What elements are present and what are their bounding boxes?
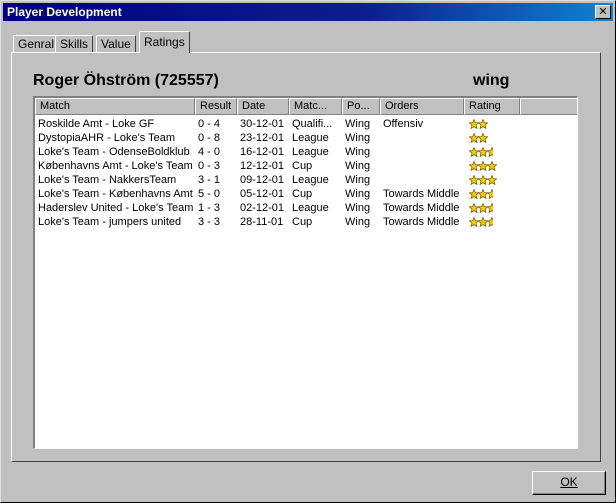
cell-orders: Towards Middle <box>383 188 460 200</box>
table-row[interactable]: DystopiaAHR - Loke's Team 0 - 8 23-12-01 Le… <box>35 131 575 145</box>
star-icon <box>478 119 488 129</box>
table-row[interactable]: Haderslev United - Loke's Team 1 - 3 02-12… <box>35 201 575 215</box>
player-development-window: Player Development ✕ Genral Skills Value… <box>0 0 616 503</box>
cell-date: 16-12-01 <box>240 146 285 158</box>
column-header-orders[interactable]: Orders <box>380 98 464 115</box>
cell-rating <box>466 117 526 131</box>
tab-skills[interactable]: Skills <box>55 35 94 52</box>
cell-pos: Wing <box>345 188 371 200</box>
cell-orders: Towards Middle <box>383 202 460 214</box>
cell-pos: Wing <box>345 160 371 172</box>
half-star-icon <box>487 203 493 213</box>
cell-match: Loke's Team - NakkersTeam <box>38 174 177 186</box>
half-star-icon <box>487 189 493 199</box>
cell-pos: Wing <box>345 174 371 186</box>
column-header-match[interactable]: Match <box>35 98 195 115</box>
cell-rating <box>466 145 526 159</box>
cell-result: 3 - 1 <box>198 174 221 186</box>
cell-date: 30-12-01 <box>240 118 285 130</box>
cell-type: Qualifi... <box>292 118 333 130</box>
cell-orders <box>380 173 464 187</box>
cell-pos: Wing <box>345 202 371 214</box>
cell-result: 1 - 3 <box>198 202 221 214</box>
cell-pos: Wing <box>345 146 371 158</box>
tab-ratings[interactable]: Ratings <box>139 31 190 53</box>
cell-date: 02-12-01 <box>240 202 285 214</box>
half-star-icon <box>487 217 493 227</box>
cell-date: 12-12-01 <box>240 160 285 172</box>
cell-type: League <box>292 132 329 144</box>
cell-date: 05-12-01 <box>240 188 285 200</box>
cell-type: Cup <box>292 216 313 228</box>
table-row[interactable]: Loke's Team - OdenseBoldklub 4 - 0 16-12-0… <box>35 145 575 159</box>
column-header-match-type[interactable]: Matc... <box>289 98 342 115</box>
cell-pos: Wing <box>345 118 371 130</box>
title-bar[interactable]: Player Development ✕ <box>3 3 613 21</box>
cell-type: League <box>292 146 329 158</box>
column-header-date[interactable]: Date <box>237 98 289 115</box>
cell-date: 28-11-01 <box>240 216 284 228</box>
cell-rating <box>466 131 526 145</box>
player-position: wing <box>473 72 510 89</box>
cell-orders <box>380 145 464 159</box>
star-icon <box>487 175 497 185</box>
cell-match: DystopiaAHR - Loke's Team <box>38 132 176 144</box>
cell-result: 4 - 0 <box>198 146 221 158</box>
cell-orders: Offensiv <box>383 118 424 130</box>
cell-result: 0 - 4 <box>198 118 221 130</box>
window-title: Player Development <box>7 5 122 19</box>
cell-orders <box>380 131 464 145</box>
cell-rating <box>466 173 526 187</box>
cell-type: Cup <box>292 188 313 200</box>
table-row[interactable]: Københavns Amt - Loke's Team 0 - 3 12-12-0… <box>35 159 575 173</box>
cell-date: 09-12-01 <box>240 174 285 186</box>
cell-match: Københavns Amt - Loke's Team <box>38 160 193 172</box>
cell-rating <box>466 159 526 173</box>
cell-rating <box>466 215 526 229</box>
list-header: Match Result Date Matc... Po... Orders R… <box>35 98 577 115</box>
list-rows: Roskilde Amt - Loke GF 0 - 4 30-12-01 Quali… <box>35 117 575 229</box>
star-icon <box>478 133 488 143</box>
player-name: Roger Öhström (725557) <box>33 72 219 89</box>
half-star-icon <box>487 147 493 157</box>
cell-pos: Wing <box>345 216 371 228</box>
ok-button[interactable]: OK <box>532 471 606 495</box>
cell-orders <box>380 159 464 173</box>
star-icon <box>487 161 497 171</box>
cell-match: Haderslev United - Loke's Team <box>38 202 194 214</box>
column-header-filler <box>520 98 577 115</box>
ok-button-label: OK <box>560 475 578 489</box>
cell-match: Loke's Team - jumpers united <box>38 216 182 228</box>
tab-genral[interactable]: Genral <box>13 35 60 52</box>
table-row[interactable]: Loke's Team - Københavns Amt 5 - 0 05-12-0… <box>35 187 575 201</box>
cell-match: Loke's Team - Københavns Amt <box>38 188 193 200</box>
cell-match: Loke's Team - OdenseBoldklub <box>38 146 190 158</box>
cell-pos: Wing <box>345 132 371 144</box>
cell-result: 3 - 3 <box>198 216 221 228</box>
cell-type: Cup <box>292 160 313 172</box>
column-header-rating[interactable]: Rating <box>464 98 520 115</box>
cell-rating <box>466 187 526 201</box>
cell-result: 0 - 3 <box>198 160 221 172</box>
tab-strip: Genral Skills Value Ratings <box>13 31 603 53</box>
tab-value[interactable]: Value <box>96 35 136 52</box>
table-row[interactable]: Loke's Team - jumpers united 3 - 3 28-11-0… <box>35 215 575 229</box>
ratings-list[interactable]: Match Result Date Matc... Po... Orders R… <box>33 96 578 449</box>
cell-rating <box>466 201 526 215</box>
column-header-result[interactable]: Result <box>195 98 237 115</box>
close-icon[interactable]: ✕ <box>595 5 611 19</box>
cell-type: League <box>292 202 329 214</box>
cell-match: Roskilde Amt - Loke GF <box>38 118 155 130</box>
cell-date: 23-12-01 <box>240 132 285 144</box>
cell-type: League <box>292 174 329 186</box>
table-row[interactable]: Loke's Team - NakkersTeam 3 - 1 09-12-01 Le… <box>35 173 575 187</box>
cell-orders: Towards Middle <box>383 216 460 228</box>
ratings-panel: Roger Öhström (725557) wing Match Result… <box>11 52 601 462</box>
cell-result: 5 - 0 <box>198 188 221 200</box>
table-row[interactable]: Roskilde Amt - Loke GF 0 - 4 30-12-01 Quali… <box>35 117 575 131</box>
cell-result: 0 - 8 <box>198 132 221 144</box>
column-header-position[interactable]: Po... <box>342 98 380 115</box>
